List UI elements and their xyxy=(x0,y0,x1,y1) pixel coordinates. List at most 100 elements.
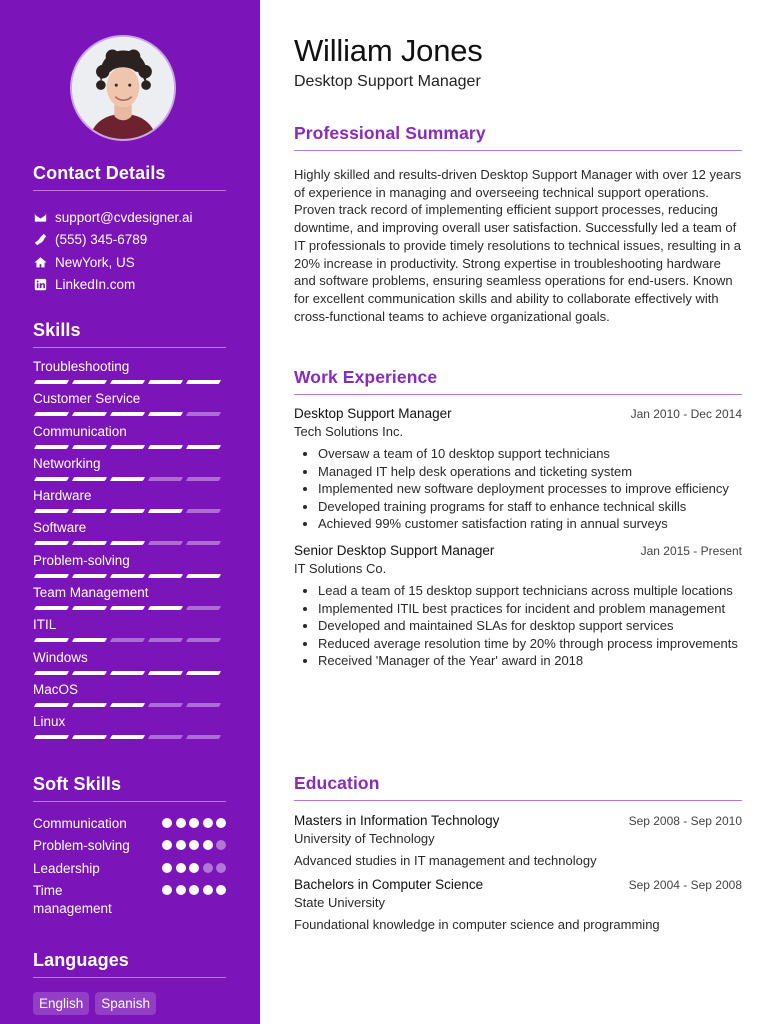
school-name: State University xyxy=(294,895,386,910)
avatar-photo xyxy=(72,37,174,139)
skill-segment-filled xyxy=(71,573,108,578)
skill-segment-empty xyxy=(185,476,222,481)
job-dates: Jan 2015 - Present xyxy=(640,543,742,558)
skill-segment-empty xyxy=(109,638,146,643)
skill-level-bar xyxy=(33,509,226,514)
contact-linkedin-text: LinkedIn.com xyxy=(55,277,136,293)
skill-segment-filled xyxy=(71,444,108,449)
rating-dot-filled xyxy=(189,818,199,828)
education-dates: Sep 2008 - Sep 2010 xyxy=(628,814,742,828)
skill-level-bar xyxy=(33,702,226,707)
skill-item: Communication xyxy=(33,424,226,456)
contact-location-text: NewYork, US xyxy=(55,254,135,270)
rating-dot-filled xyxy=(189,884,199,895)
skill-name: ITIL xyxy=(33,617,57,633)
skill-segment-filled xyxy=(109,541,146,546)
job-bullet: Received 'Manager of the Year' award in … xyxy=(318,652,742,670)
skill-name: Linux xyxy=(33,714,66,730)
soft-skill-rating xyxy=(162,882,226,895)
skill-level-bar xyxy=(33,573,226,578)
job-bullet: Achieved 99% customer satisfaction ratin… xyxy=(318,515,742,533)
education-entry: Masters in Information Technology Sep 20… xyxy=(294,813,742,868)
soft-skills-list: Communication Problem-solving Leadership Ti… xyxy=(33,815,226,918)
job-company: IT Solutions Co. xyxy=(294,560,387,576)
skill-segment-empty xyxy=(185,412,222,417)
rating-dot-filled xyxy=(162,840,172,851)
soft-skill-name: Leadership xyxy=(33,860,100,876)
contact-section: Contact Details support@cvdesigner.ai (5… xyxy=(33,163,226,296)
skill-name: Troubleshooting xyxy=(33,359,130,374)
skill-segment-filled xyxy=(109,476,146,481)
soft-skills-section: Soft Skills Communication Problem-solving… xyxy=(33,774,226,918)
skill-level-bar xyxy=(33,670,226,675)
soft-skill-name: Time management xyxy=(33,882,112,916)
skill-level-bar xyxy=(33,735,226,740)
skill-segment-filled xyxy=(109,670,146,675)
soft-skill-item: Leadership xyxy=(33,860,226,882)
skill-item: MacOS xyxy=(33,682,226,714)
skill-segment-filled xyxy=(71,606,108,611)
skill-level-bar xyxy=(33,412,226,417)
language-tag: Spanish xyxy=(95,992,157,1015)
skill-name: Communication xyxy=(33,423,127,439)
skill-segment-filled xyxy=(185,670,222,675)
skill-name: MacOS xyxy=(33,681,79,697)
skill-segment-filled xyxy=(109,702,146,707)
soft-skill-item: Problem-solving xyxy=(33,837,226,859)
skill-segment-filled xyxy=(109,444,146,449)
skill-segment-filled xyxy=(33,476,70,481)
skill-name: Team Management xyxy=(33,585,149,601)
skill-segment-filled xyxy=(147,606,184,611)
rating-dot-filled xyxy=(162,818,172,828)
language-tags: English Spanish xyxy=(33,992,226,1015)
skill-segment-filled xyxy=(147,670,184,675)
skill-segment-filled xyxy=(147,573,184,578)
envelope-icon xyxy=(33,210,47,224)
education-description: Advanced studies in IT management and te… xyxy=(294,853,597,868)
rating-dot-filled xyxy=(202,818,213,828)
candidate-name: William Jones xyxy=(294,33,483,68)
skill-name: Hardware xyxy=(33,488,92,504)
skill-item: Problem-solving xyxy=(33,553,226,585)
skill-item: Hardware xyxy=(33,488,226,520)
job-bullets: Lead a team of 15 desktop support techni… xyxy=(294,582,742,670)
skill-item: Team Management xyxy=(33,585,226,617)
skill-segment-filled xyxy=(71,638,108,643)
skill-segment-filled xyxy=(147,412,184,417)
skill-segment-filled xyxy=(185,380,222,384)
skill-item: Networking xyxy=(33,456,226,488)
skill-segment-empty xyxy=(147,476,184,481)
education-description: Foundational knowledge in computer scien… xyxy=(294,917,660,932)
skill-item: Windows xyxy=(33,650,226,682)
degree-title: Masters in Information Technology xyxy=(294,813,500,828)
contact-phone-text: (555) 345-6789 xyxy=(55,232,148,248)
rating-dot-filled xyxy=(175,840,186,851)
skill-segment-filled xyxy=(185,444,222,449)
job-bullet: Reduced average resolution time by 20% t… xyxy=(318,635,742,653)
contact-phone[interactable]: (555) 345-6789 xyxy=(33,229,226,252)
skill-segment-filled xyxy=(109,573,146,578)
skill-segment-filled xyxy=(33,702,70,707)
skill-item: Linux xyxy=(33,714,226,746)
rating-dot-filled xyxy=(162,862,172,873)
job-title: Desktop Support Manager xyxy=(294,406,452,421)
rating-dot-filled xyxy=(216,818,226,828)
skill-segment-filled xyxy=(33,735,70,740)
contact-email[interactable]: support@cvdesigner.ai xyxy=(33,206,226,229)
skills-title: Skills xyxy=(33,320,226,348)
skills-section: Skills Troubleshooting Customer Service Co… xyxy=(33,320,226,747)
rating-dot-filled xyxy=(189,840,199,851)
job-entry: Desktop Support Manager Jan 2010 - Dec 2… xyxy=(294,406,742,533)
candidate-headline: Desktop Support Manager xyxy=(294,73,481,90)
skill-item: Troubleshooting xyxy=(33,359,226,391)
soft-skill-item: Time management xyxy=(33,882,226,918)
skill-segment-filled xyxy=(147,509,184,514)
job-entry: Senior Desktop Support Manager Jan 2015 … xyxy=(294,543,742,670)
skill-segment-empty xyxy=(147,702,184,707)
degree-title: Bachelors in Computer Science xyxy=(294,877,484,892)
soft-skill-rating xyxy=(162,860,226,873)
contact-linkedin[interactable]: LinkedIn.com xyxy=(33,274,226,297)
skill-name: Problem-solving xyxy=(33,552,130,568)
skill-segment-filled xyxy=(33,541,70,546)
experience-section: Work Experience Desktop Support Manager … xyxy=(294,367,742,670)
